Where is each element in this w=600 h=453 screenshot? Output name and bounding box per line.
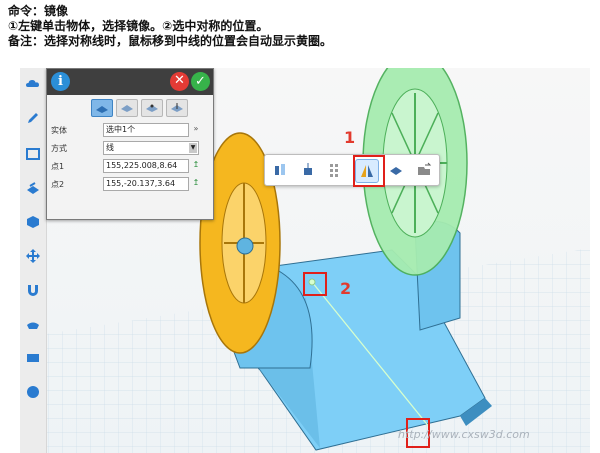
info-icon[interactable]: i: [51, 72, 70, 91]
line-icon[interactable]: [116, 99, 138, 117]
marker-two: 2: [340, 279, 352, 298]
chevron-down-icon: ▼: [189, 143, 197, 153]
array-icon[interactable]: [325, 159, 347, 181]
3d-viewport[interactable]: 1 2 i ✕ ✓ 实体 选中1个 » 方式 线 ▼ 点1 155,225.008…: [20, 68, 590, 453]
row-method: 方式 线 ▼: [51, 141, 211, 155]
cloud-icon[interactable]: [23, 74, 43, 94]
dialog-header: i ✕ ✓: [47, 69, 213, 95]
watermark: http://www.cxsw3d.com: [398, 428, 530, 441]
caption: 命令：镜像 ①左键单击物体，选择镜像。②选中对称的位置。 备注：选择对称线时，鼠…: [8, 4, 332, 49]
marker-one: 1: [344, 128, 356, 147]
cube-icon[interactable]: [23, 212, 43, 232]
flip-icon[interactable]: [269, 159, 291, 181]
caption-title: 命令：镜像: [8, 4, 69, 18]
method-value: 线: [106, 143, 114, 152]
rectangle-icon[interactable]: [23, 144, 43, 164]
move-icon[interactable]: [23, 246, 43, 266]
shape-icon[interactable]: [23, 314, 43, 334]
entity-label: 实体: [51, 126, 67, 135]
point1-field[interactable]: 155,225.008,8.64: [103, 159, 189, 173]
pencil-icon[interactable]: [23, 108, 43, 128]
point2-label: 点2: [51, 180, 65, 189]
layers-icon[interactable]: [23, 178, 43, 198]
highlight-center-point: [303, 272, 327, 296]
left-toolbar: [20, 68, 47, 453]
highlight-mirror-button: [353, 155, 385, 187]
pick-point1-icon[interactable]: ↥: [191, 159, 201, 171]
point-icon[interactable]: [141, 99, 163, 117]
expand-icon[interactable]: »: [191, 123, 201, 135]
point1-label: 点1: [51, 162, 65, 171]
confirm-icon[interactable]: ✓: [191, 72, 210, 91]
panel-icon[interactable]: [23, 348, 43, 368]
export-icon[interactable]: [413, 159, 435, 181]
mirror-left-icon[interactable]: [297, 159, 319, 181]
close-icon[interactable]: ✕: [170, 72, 189, 91]
mirror-dialog: i ✕ ✓ 实体 选中1个 » 方式 线 ▼ 点1 155,225.008,8.6…: [46, 68, 214, 220]
sphere-icon[interactable]: [23, 382, 43, 402]
caption-note: 备注：选择对称线时，鼠标移到中线的位置会自动显示黄圈。: [8, 34, 333, 48]
method-select[interactable]: 线 ▼: [103, 141, 199, 155]
floating-toolbar: [264, 154, 440, 186]
row-point1: 点1 155,225.008,8.64 ↥: [51, 159, 211, 173]
plane-icon[interactable]: [91, 99, 113, 117]
axis-icon[interactable]: [166, 99, 188, 117]
entity-field[interactable]: 选中1个: [103, 123, 189, 137]
row-entity: 实体 选中1个 »: [51, 123, 211, 137]
method-label: 方式: [51, 144, 67, 153]
mirror-mode-selector: [91, 99, 188, 117]
magnet-icon[interactable]: [23, 280, 43, 300]
pick-point2-icon[interactable]: ↥: [191, 177, 201, 189]
row-point2: 点2 155,-20.137,3.64 ↥: [51, 177, 211, 191]
copy-icon[interactable]: [385, 159, 407, 181]
caption-step: ①左键单击物体，选择镜像。②选中对称的位置。: [8, 19, 269, 33]
point2-field[interactable]: 155,-20.137,3.64: [103, 177, 189, 191]
